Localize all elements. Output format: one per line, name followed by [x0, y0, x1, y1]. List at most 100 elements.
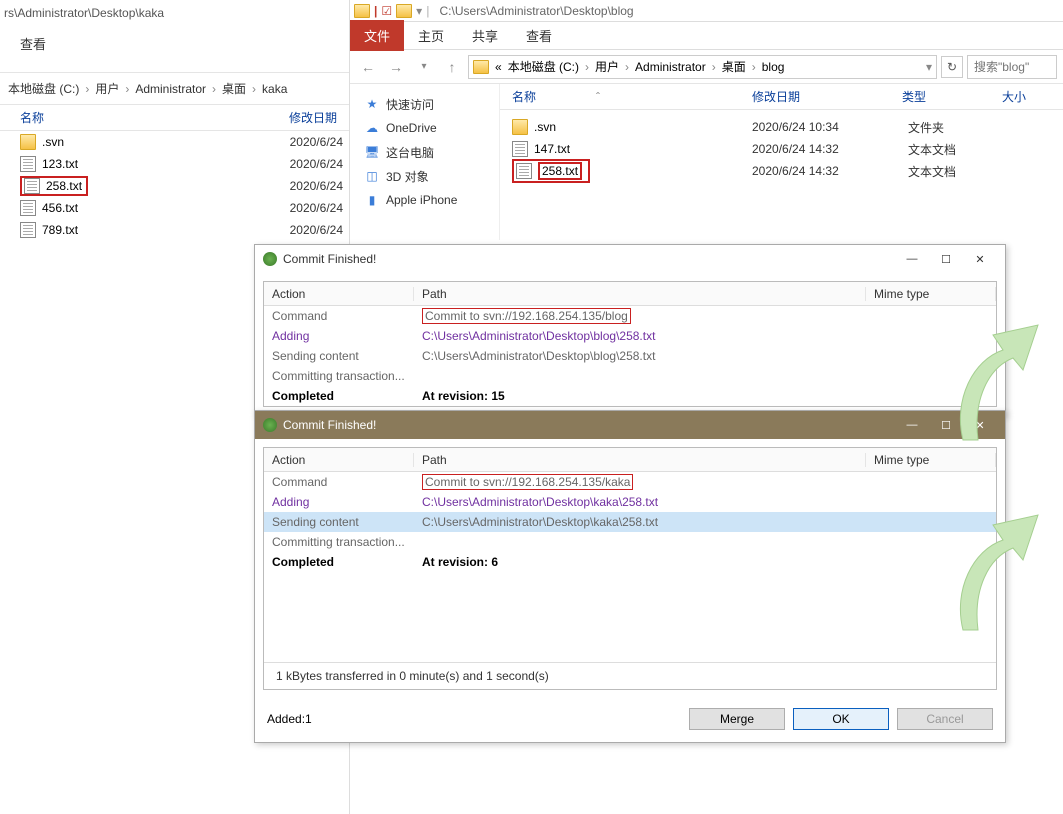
- col-size[interactable]: 大小: [1002, 88, 1026, 105]
- table-row[interactable]: AddingC:\Users\Administrator\Desktop\kak…: [264, 492, 996, 512]
- nav-tree-item[interactable]: ▮Apple iPhone: [364, 188, 499, 212]
- file-name: 123.txt: [42, 157, 78, 171]
- col-name[interactable]: 名称ˆ: [512, 88, 752, 105]
- file-row[interactable]: .svn2020/6/24: [20, 131, 349, 153]
- chevron-right-icon: ›: [85, 82, 89, 96]
- file-row[interactable]: 456.txt2020/6/24: [20, 197, 349, 219]
- maximize-button[interactable]: ☐: [929, 415, 963, 435]
- table-row[interactable]: AddingC:\Users\Administrator\Desktop\blo…: [264, 326, 996, 346]
- button-row: Added:1 Merge OK Cancel: [255, 698, 1005, 742]
- breadcrumb-part[interactable]: 用户: [595, 58, 619, 75]
- nav-tree-item[interactable]: ★快速访问: [364, 92, 499, 116]
- table-row[interactable]: CommandCommit to svn://192.168.254.135/b…: [264, 306, 996, 326]
- chevron-right-icon: ›: [752, 60, 756, 74]
- file-row[interactable]: .svn2020/6/24 10:34文件夹: [512, 116, 1063, 138]
- minimize-button[interactable]: —: [895, 415, 929, 435]
- table-row[interactable]: CommandCommit to svn://192.168.254.135/k…: [264, 472, 996, 492]
- file-list: .svn2020/6/24123.txt2020/6/24258.txt2020…: [0, 131, 349, 241]
- dropdown-icon[interactable]: ▾: [416, 4, 422, 18]
- commit-dialog-blog: Commit Finished! — ☐ ✕ Action Path Mime …: [254, 244, 1006, 416]
- separator: |: [426, 4, 429, 18]
- address-dropdown-icon[interactable]: ▾: [926, 60, 932, 74]
- nav-tree-item[interactable]: 🖥这台电脑: [364, 140, 499, 164]
- window-titlebar: | ☑ ▾ | C:\Users\Administrator\Desktop\b…: [350, 0, 1063, 22]
- address-bar[interactable]: « 本地磁盘 (C:)› 用户› Administrator› 桌面› blog…: [468, 55, 937, 79]
- dialog-title: Commit Finished!: [283, 252, 376, 266]
- ribbon-tab-home[interactable]: 主页: [404, 20, 458, 51]
- forward-button[interactable]: →: [384, 55, 408, 79]
- col-path[interactable]: Path: [414, 287, 866, 301]
- back-button[interactable]: ←: [356, 55, 380, 79]
- file-date: 2020/6/24: [290, 179, 349, 193]
- chevron-right-icon: ›: [712, 60, 716, 74]
- breadcrumb-part[interactable]: blog: [762, 60, 785, 74]
- col-mime[interactable]: Mime type: [866, 287, 996, 301]
- up-button[interactable]: ↑: [440, 55, 464, 79]
- close-button[interactable]: ✕: [963, 249, 997, 269]
- breadcrumb-part[interactable]: 桌面: [222, 80, 246, 97]
- minimize-button[interactable]: —: [895, 249, 929, 269]
- file-date: 2020/6/24 10:34: [752, 120, 902, 134]
- table-row[interactable]: Committing transaction...: [264, 366, 996, 386]
- ribbon-tab-share[interactable]: 共享: [458, 20, 512, 51]
- breadcrumb-prefix[interactable]: «: [495, 60, 502, 74]
- qat-check-icon[interactable]: ☑: [381, 4, 392, 18]
- search-input[interactable]: [967, 55, 1057, 79]
- file-row[interactable]: 147.txt2020/6/24 14:32文本文档: [512, 138, 1063, 160]
- col-name[interactable]: 名称: [20, 109, 289, 126]
- column-headers[interactable]: 名称 修改日期: [0, 105, 349, 131]
- nav-tree-item[interactable]: ◫3D 对象: [364, 164, 499, 188]
- nav-tree-label: 快速访问: [386, 96, 434, 113]
- table-row[interactable]: Committing transaction...: [264, 532, 996, 552]
- merge-button[interactable]: Merge: [689, 708, 785, 730]
- window-title-path: C:\Users\Administrator\Desktop\blog: [440, 4, 634, 18]
- cancel-button[interactable]: Cancel: [897, 708, 993, 730]
- col-date[interactable]: 修改日期: [289, 109, 349, 126]
- cloud-icon: ☁: [364, 121, 380, 135]
- dialog-titlebar[interactable]: Commit Finished! — ☐ ✕: [255, 411, 1005, 439]
- file-row[interactable]: 258.txt2020/6/24: [20, 175, 349, 197]
- table-row[interactable]: Sending contentC:\Users\Administrator\De…: [264, 346, 996, 366]
- table-header: Action Path Mime type: [264, 282, 996, 306]
- cell-action: Completed: [264, 389, 414, 403]
- breadcrumb-part[interactable]: 本地磁盘 (C:): [8, 80, 79, 97]
- pc-icon: 🖥: [364, 145, 380, 159]
- nav-tree-label: 3D 对象: [386, 168, 429, 185]
- cell-action: Command: [264, 475, 414, 489]
- breadcrumb-part[interactable]: Administrator: [135, 82, 206, 96]
- file-row[interactable]: 258.txt2020/6/24 14:32文本文档: [512, 160, 1063, 182]
- breadcrumb-part[interactable]: Administrator: [635, 60, 706, 74]
- breadcrumb-part[interactable]: 本地磁盘 (C:): [508, 58, 579, 75]
- table-row[interactable]: Sending contentC:\Users\Administrator\De…: [264, 512, 996, 532]
- file-name: 258.txt: [538, 162, 582, 180]
- breadcrumb-part[interactable]: kaka: [262, 82, 287, 96]
- file-icon: [516, 163, 532, 179]
- cell-action: Committing transaction...: [264, 369, 414, 383]
- breadcrumb-part[interactable]: 桌面: [722, 58, 746, 75]
- col-action[interactable]: Action: [264, 453, 414, 467]
- dialog-titlebar[interactable]: Commit Finished! — ☐ ✕: [255, 245, 1005, 273]
- table-row[interactable]: CompletedAt revision: 6: [264, 552, 996, 572]
- col-date[interactable]: 修改日期: [752, 88, 902, 105]
- maximize-button[interactable]: ☐: [929, 249, 963, 269]
- ok-button[interactable]: OK: [793, 708, 889, 730]
- file-row[interactable]: 123.txt2020/6/24: [20, 153, 349, 175]
- breadcrumb-part[interactable]: 用户: [95, 80, 119, 97]
- cell-action: Adding: [264, 329, 414, 343]
- close-button[interactable]: ✕: [963, 415, 997, 435]
- ribbon-tab-file[interactable]: 文件: [350, 20, 404, 51]
- file-icon: [20, 156, 36, 172]
- col-mime[interactable]: Mime type: [866, 453, 996, 467]
- ribbon-tab-view[interactable]: 查看: [512, 20, 566, 51]
- col-path[interactable]: Path: [414, 453, 866, 467]
- history-dropdown[interactable]: ▾: [412, 55, 436, 79]
- ribbon-tab-view[interactable]: 查看: [20, 34, 349, 53]
- breadcrumb[interactable]: 本地磁盘 (C:)› 用户› Administrator› 桌面› kaka: [0, 73, 349, 105]
- file-row[interactable]: 789.txt2020/6/24: [20, 219, 349, 241]
- table-row[interactable]: CompletedAt revision: 15: [264, 386, 996, 406]
- column-headers[interactable]: 名称ˆ 修改日期 类型 大小: [500, 84, 1063, 110]
- col-action[interactable]: Action: [264, 287, 414, 301]
- refresh-button[interactable]: ↻: [941, 56, 963, 78]
- nav-tree-item[interactable]: ☁OneDrive: [364, 116, 499, 140]
- col-type[interactable]: 类型: [902, 88, 1002, 105]
